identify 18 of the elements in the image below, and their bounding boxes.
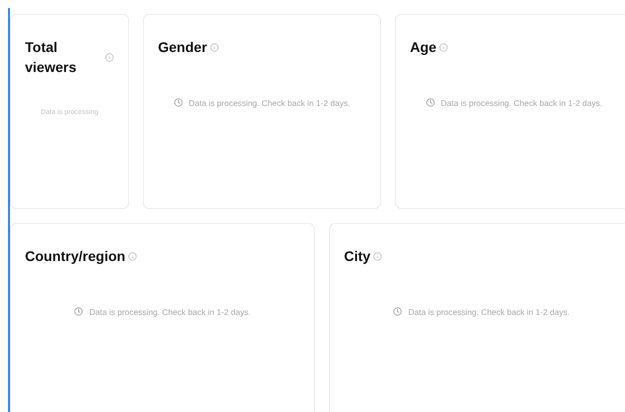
card-title: Country/region [25, 247, 126, 266]
info-icon[interactable] [210, 43, 220, 52]
card-title: Total viewers [25, 38, 78, 77]
status-message: Data is processing. Check back in 1-2 days. [89, 306, 251, 316]
info-icon[interactable] [105, 52, 114, 62]
info-icon[interactable] [439, 43, 448, 52]
clock-icon [74, 307, 84, 316]
card-title: Gender [158, 38, 208, 57]
status-message: Data is processing. Check back in 1-2 days. [408, 306, 570, 316]
status-message: Data is processing. Check back in 1-2 days. [188, 98, 350, 108]
info-icon[interactable] [373, 252, 382, 261]
clock-icon [174, 98, 183, 107]
status-message: Data is processing. Check back in 1-2 days. [440, 98, 602, 108]
info-icon[interactable] [128, 252, 138, 261]
card-title: City [344, 247, 370, 266]
clock-icon [393, 307, 402, 316]
clock-icon [426, 98, 435, 107]
card-title: Age [410, 38, 436, 57]
